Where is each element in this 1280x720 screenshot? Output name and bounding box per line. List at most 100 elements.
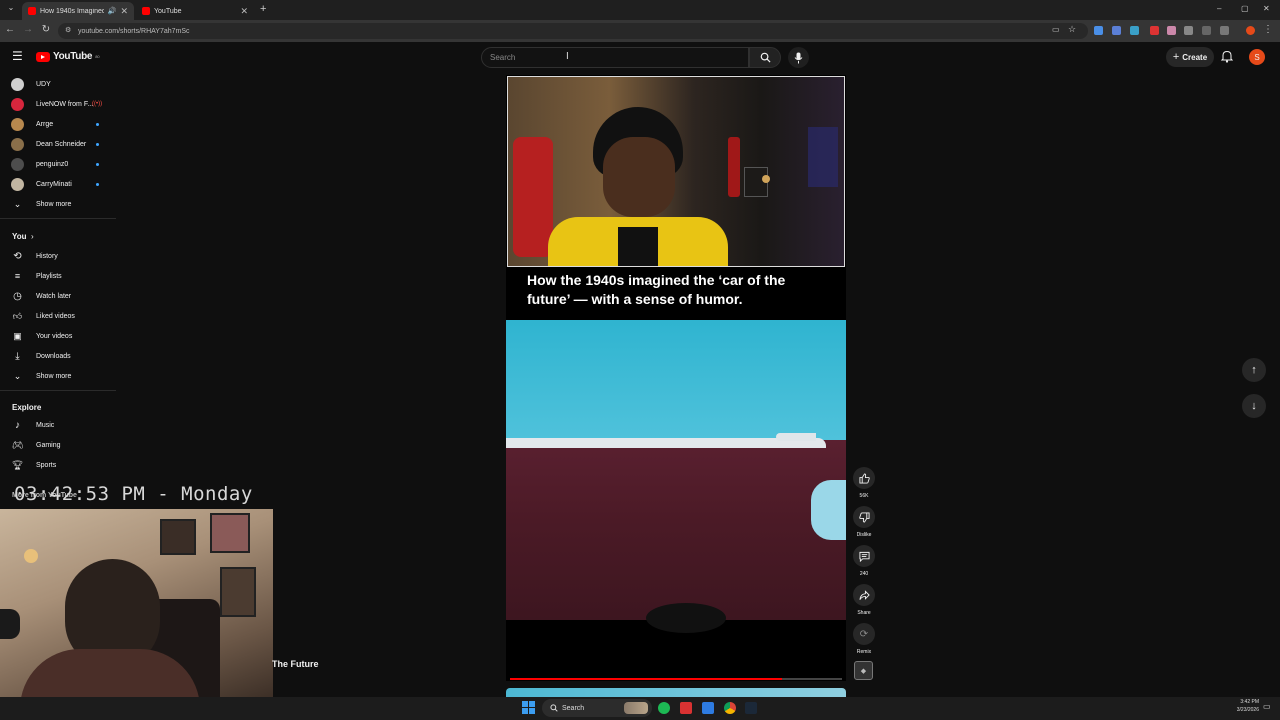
url-field[interactable]: ⚙ youtube.com/shorts/RHAY7ah7mSc <box>58 23 1088 39</box>
sidebar-item-sports[interactable]: 🏆︎ Sports <box>0 455 116 475</box>
extension-icon[interactable] <box>1184 26 1193 35</box>
sidebar-item-carryminati[interactable]: CarryMinati <box>0 174 116 194</box>
youtube-logo[interactable]: YouTube 80 <box>36 51 100 62</box>
profile-avatar-icon[interactable] <box>1246 26 1255 35</box>
sidebar-item-watch-later[interactable]: ◷ Watch later <box>0 286 116 306</box>
hamburger-menu-icon[interactable]: ☰ <box>12 50 23 62</box>
next-short-button[interactable]: ↓ <box>1242 394 1266 418</box>
tab-search-icon[interactable]: ⌄ <box>4 3 18 12</box>
car-clip-frame <box>506 320 846 620</box>
sidebar-item-label: Gaming <box>36 441 61 449</box>
extension-icon[interactable] <box>1167 26 1176 35</box>
remix-icon: ⟳ <box>859 628 869 640</box>
sidebar-item-label: History <box>36 252 58 260</box>
minimize-button[interactable]: – <box>1217 4 1221 13</box>
channel-avatar <box>11 97 24 111</box>
short-title-peek: The Future <box>272 659 319 669</box>
comments-button[interactable]: 240 <box>852 545 876 577</box>
create-button[interactable]: + Create <box>1166 47 1214 67</box>
microphone-icon <box>794 52 803 63</box>
share-arrow-icon <box>858 589 870 600</box>
speaker-icon[interactable]: 🔊 <box>108 7 117 15</box>
app-icon[interactable] <box>702 702 714 714</box>
sidebar-you-heading[interactable]: You › <box>0 226 116 246</box>
sidebar-item-history[interactable]: ⟲ History <box>0 246 116 266</box>
your-videos-icon: ▣ <box>13 330 22 341</box>
sound-thumbnail-button[interactable]: ◆ <box>854 661 873 680</box>
sidebar-item-udy[interactable]: UDY <box>0 74 116 94</box>
sidebar-item-label: Liked videos <box>36 312 75 320</box>
tab-how-1940s[interactable]: How 1940s Imagined Cars 🔊 ✕ <box>22 2 134 20</box>
sidebar-item-gaming[interactable]: 🎮︎ Gaming <box>0 435 116 455</box>
shorts-player[interactable]: How the 1940s imagined the ‘car of the f… <box>506 75 846 681</box>
reload-icon[interactable]: ↻ <box>39 24 53 35</box>
extension-icon[interactable] <box>1094 26 1103 35</box>
youtube-favicon-icon <box>28 7 36 15</box>
forward-icon[interactable]: → <box>21 24 35 35</box>
sidebar-item-dean-schneider[interactable]: Dean Schneider <box>0 134 116 154</box>
dislike-label: Dislike <box>856 532 872 538</box>
search-input[interactable]: Search <box>481 47 749 68</box>
sidebar-item-label: CarryMinati <box>36 180 72 188</box>
sidebar-item-liked-videos[interactable]: 👍︎ Liked videos <box>0 306 116 326</box>
comment-count: 240 <box>859 571 869 577</box>
dislike-button[interactable]: Dislike <box>852 506 876 538</box>
new-content-dot <box>96 182 99 186</box>
notification-center-icon[interactable]: ▭ <box>1263 702 1271 711</box>
app-icon[interactable] <box>680 702 692 714</box>
bookmark-star-icon[interactable]: ☆ <box>1068 24 1076 35</box>
close-window-button[interactable]: ✕ <box>1263 4 1270 13</box>
voice-search-button[interactable] <box>788 47 809 68</box>
explore-heading: Explore <box>12 403 42 412</box>
remix-button[interactable]: ⟳ Remix <box>852 623 876 655</box>
text-cursor-icon: I <box>566 51 569 62</box>
sidebar-item-penguinz0[interactable]: penguinz0 <box>0 154 116 174</box>
close-tab-icon[interactable]: ✕ <box>120 6 128 17</box>
extension-icon[interactable] <box>1150 26 1159 35</box>
sidebar-item-your-videos[interactable]: ▣ Your videos <box>0 326 116 346</box>
share-button[interactable]: Share <box>852 584 876 616</box>
next-short-preview[interactable] <box>506 688 846 697</box>
browser-menu-icon[interactable]: ⋮ <box>1263 24 1273 35</box>
spotify-icon[interactable] <box>658 702 670 714</box>
like-button[interactable]: 56K <box>852 467 876 499</box>
chrome-icon[interactable] <box>724 702 736 714</box>
show-more-subscriptions[interactable]: ⌄ Show more <box>0 194 116 214</box>
music-icon: ♪ <box>15 419 20 431</box>
extension-icon[interactable] <box>1112 26 1121 35</box>
extensions-puzzle-icon[interactable] <box>1202 26 1211 35</box>
live-indicator-icon: ((•)) <box>92 101 103 107</box>
logo-country-badge: 80 <box>95 54 100 59</box>
tab-youtube[interactable]: YouTube ✕ <box>136 2 254 20</box>
system-clock[interactable]: 3:42 PM 3/23/2026 <box>1225 699 1259 714</box>
show-more-you[interactable]: ⌄ Show more <box>0 366 116 386</box>
cast-icon[interactable]: ▭ <box>1052 25 1060 34</box>
sidebar-item-downloads[interactable]: ⤓ Downloads <box>0 346 116 366</box>
channel-avatar <box>11 117 24 131</box>
steam-icon[interactable] <box>745 702 757 714</box>
arrow-down-icon: ↓ <box>1251 400 1257 412</box>
site-info-icon[interactable]: ⚙ <box>65 26 71 34</box>
search-button[interactable] <box>749 47 781 68</box>
sidebar-item-music[interactable]: ♪ Music <box>0 415 116 435</box>
sidebar-item-livenow[interactable]: LiveNOW from F... ((•)) <box>0 94 116 114</box>
account-avatar[interactable]: S <box>1249 49 1265 65</box>
youtube-header: ☰ YouTube 80 Search + Create S <box>0 42 1280 72</box>
sidebar-item-arrge[interactable]: Arrge <box>0 114 116 134</box>
new-tab-button[interactable]: + <box>260 3 266 15</box>
notifications-bell-icon[interactable] <box>1220 50 1234 68</box>
windows-start-icon[interactable] <box>522 701 535 714</box>
previous-short-button[interactable]: ↑ <box>1242 358 1266 382</box>
downloads-icon[interactable] <box>1220 26 1229 35</box>
watch-later-icon: ◷ <box>13 290 22 302</box>
taskbar-search[interactable]: Search <box>542 699 652 717</box>
sidebar-item-playlists[interactable]: ≡ Playlists <box>0 266 116 286</box>
thumbs-up-icon <box>858 472 870 484</box>
extension-icon[interactable] <box>1130 26 1139 35</box>
progress-bar[interactable] <box>510 678 842 680</box>
history-icon: ⟲ <box>13 250 22 262</box>
back-icon[interactable]: ← <box>3 24 17 35</box>
maximize-button[interactable]: ▢ <box>1241 4 1249 13</box>
remix-label: Remix <box>856 649 872 655</box>
close-tab-icon[interactable]: ✕ <box>240 6 248 17</box>
